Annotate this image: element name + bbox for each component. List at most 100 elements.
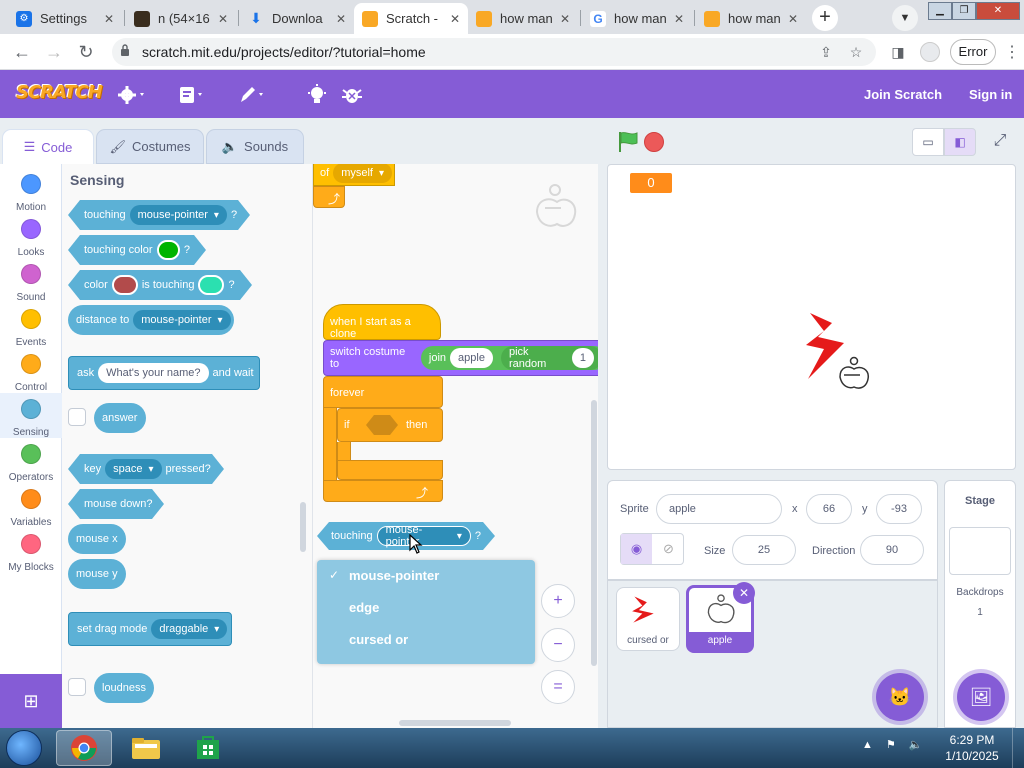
close-icon[interactable]: ✕	[788, 12, 798, 26]
category-events[interactable]: Events	[0, 303, 62, 348]
sprite-name-input[interactable]: apple	[656, 494, 782, 524]
dragged-touching-block[interactable]: touching mouse-pointer ?	[317, 522, 495, 550]
close-icon[interactable]: ✕	[218, 12, 228, 26]
edit-menu[interactable]	[238, 84, 268, 106]
small-stage-button[interactable]: ▭	[912, 128, 944, 156]
color-swatch-teal[interactable]	[198, 275, 224, 295]
category-motion[interactable]: Motion	[0, 168, 62, 213]
share-icon[interactable]: ⇪	[816, 42, 836, 62]
zoom-out-button[interactable]: −	[541, 628, 575, 662]
volume-icon[interactable]: 🔈	[909, 739, 923, 751]
flag-icon[interactable]: ⚑	[886, 739, 896, 751]
tab-how-many-1[interactable]: how man ✕	[468, 3, 578, 34]
join-scratch-link[interactable]: Join Scratch	[864, 87, 942, 102]
direction-input[interactable]: 90	[860, 535, 924, 565]
tab-how-many-3[interactable]: how man ✕	[696, 3, 806, 34]
touching-color-block[interactable]: touching color ?	[68, 235, 206, 265]
mouse-y-reporter[interactable]: mouse y	[68, 559, 126, 589]
start-button[interactable]	[6, 730, 42, 766]
script-vertical-scrollbar[interactable]	[591, 400, 597, 666]
reload-icon[interactable]: ↻	[74, 40, 98, 64]
category-sensing[interactable]: Sensing	[0, 393, 62, 438]
hide-eye-icon[interactable]: ⊘	[653, 534, 684, 564]
tab-settings[interactable]: ⚙ Settings ✕	[8, 3, 122, 34]
stop-sign-icon[interactable]	[644, 132, 664, 152]
key-pressed-block[interactable]: key space pressed?	[68, 454, 224, 484]
stage-thumbnail[interactable]	[949, 527, 1011, 575]
size-input[interactable]: 25	[732, 535, 796, 565]
turbo-mode-button[interactable]	[306, 84, 328, 106]
tab-sounds[interactable]: 🔈 Sounds	[206, 129, 304, 164]
touching-target-dropdown[interactable]: mouse-pointer	[377, 526, 471, 546]
taskbar-store[interactable]	[180, 730, 236, 766]
palette-scrollbar[interactable]	[300, 502, 306, 552]
settings-menu[interactable]	[118, 84, 148, 106]
category-sound[interactable]: Sound	[0, 258, 62, 303]
maximize-button[interactable]: ❐	[952, 2, 976, 20]
dropdown-option-edge[interactable]: edge	[349, 600, 379, 615]
distance-to-block[interactable]: distance to mouse-pointer	[68, 305, 234, 335]
dropdown-option-cursed-or[interactable]: cursed or	[349, 632, 408, 647]
y-input[interactable]: -93	[876, 494, 922, 524]
touching-block[interactable]: touching mouse-pointer ?	[68, 200, 250, 230]
address-bar[interactable]: scratch.mit.edu/projects/editor/?tutoria…	[112, 38, 876, 66]
drag-mode-dropdown[interactable]: draggable	[151, 619, 228, 639]
color-swatch-green[interactable]	[157, 240, 180, 260]
answer-reporter[interactable]: answer	[94, 403, 146, 433]
tab-scratch[interactable]: Scratch - ✕	[354, 3, 468, 34]
fullscreen-button[interactable]: ⤢	[984, 128, 1016, 156]
forward-arrow-icon[interactable]: →	[42, 40, 66, 64]
pick-random-input[interactable]: 1	[571, 348, 594, 368]
stage[interactable]: 0	[607, 164, 1016, 470]
tab-search-chevron-icon[interactable]: ▼	[892, 5, 918, 31]
mouse-x-reporter[interactable]: mouse x	[68, 524, 126, 554]
choose-sprite-button[interactable]: 🐱	[876, 673, 924, 721]
x-input[interactable]: 66	[806, 494, 852, 524]
side-panel-icon[interactable]: ◨	[886, 40, 910, 64]
when-i-start-as-clone-hat[interactable]: when I start as a clone	[323, 304, 441, 340]
loudness-reporter[interactable]: loudness	[94, 673, 154, 703]
if-then-block[interactable]: if then	[337, 408, 443, 442]
pick-random-operator[interactable]: pick random 1	[500, 346, 598, 370]
tab-image[interactable]: n (54×16 ✕	[126, 3, 236, 34]
tab-downloads[interactable]: ⬇ Downloa ✕	[240, 3, 354, 34]
category-my-blocks[interactable]: My Blocks	[0, 528, 62, 573]
file-menu[interactable]	[178, 84, 208, 106]
tray-arrow-icon[interactable]: ▲	[862, 739, 873, 751]
star-icon[interactable]: ☆	[846, 42, 866, 62]
mouse-down-block[interactable]: mouse down?	[68, 489, 164, 519]
zoom-in-button[interactable]: +	[541, 584, 575, 618]
color-swatch-red[interactable]	[112, 275, 138, 295]
join-input[interactable]: apple	[450, 348, 493, 368]
close-window-button[interactable]: ✕	[976, 2, 1020, 20]
close-icon[interactable]: ✕	[560, 12, 570, 26]
sprite-thumb-cursed-or[interactable]: cursed or	[616, 587, 680, 651]
forever-block[interactable]: forever	[323, 376, 443, 408]
close-icon[interactable]: ✕	[674, 12, 684, 26]
touching-dropdown[interactable]: mouse-pointer	[130, 205, 227, 225]
loudness-checkbox[interactable]	[68, 678, 86, 696]
back-arrow-icon[interactable]: ←	[10, 40, 34, 64]
ask-input[interactable]: What's your name?	[98, 363, 209, 383]
close-icon[interactable]: ✕	[336, 12, 346, 26]
more-menu-icon[interactable]: ⋮	[1004, 42, 1020, 62]
show-desktop-button[interactable]	[1012, 728, 1024, 768]
taskbar-explorer[interactable]	[118, 730, 174, 766]
set-drag-mode-block[interactable]: set drag mode draggable	[68, 612, 232, 646]
tab-code[interactable]: ☰ Code	[2, 129, 94, 164]
tab-how-many-2[interactable]: G how man ✕	[582, 3, 692, 34]
new-tab-button[interactable]: +	[812, 5, 838, 31]
answer-checkbox[interactable]	[68, 408, 86, 426]
choose-backdrop-button[interactable]: 🖼	[957, 673, 1005, 721]
green-flag-icon[interactable]	[616, 130, 640, 154]
system-clock[interactable]: 6:29 PM 1/10/2025	[942, 732, 1002, 764]
close-icon[interactable]: ✕	[450, 12, 460, 26]
scratch-logo[interactable]: SCRATCH	[16, 82, 103, 103]
dropdown-option-mouse-pointer[interactable]: mouse-pointer	[349, 568, 439, 583]
category-operators[interactable]: Operators	[0, 438, 62, 483]
show-eye-icon[interactable]: ◉	[621, 534, 652, 564]
switch-costume-block[interactable]: switch costume to join apple pick random…	[323, 340, 598, 376]
tab-costumes[interactable]: 🖌 Costumes	[96, 129, 204, 164]
error-button[interactable]: Error	[950, 39, 996, 65]
normal-stage-button[interactable]: ◧	[944, 128, 976, 156]
